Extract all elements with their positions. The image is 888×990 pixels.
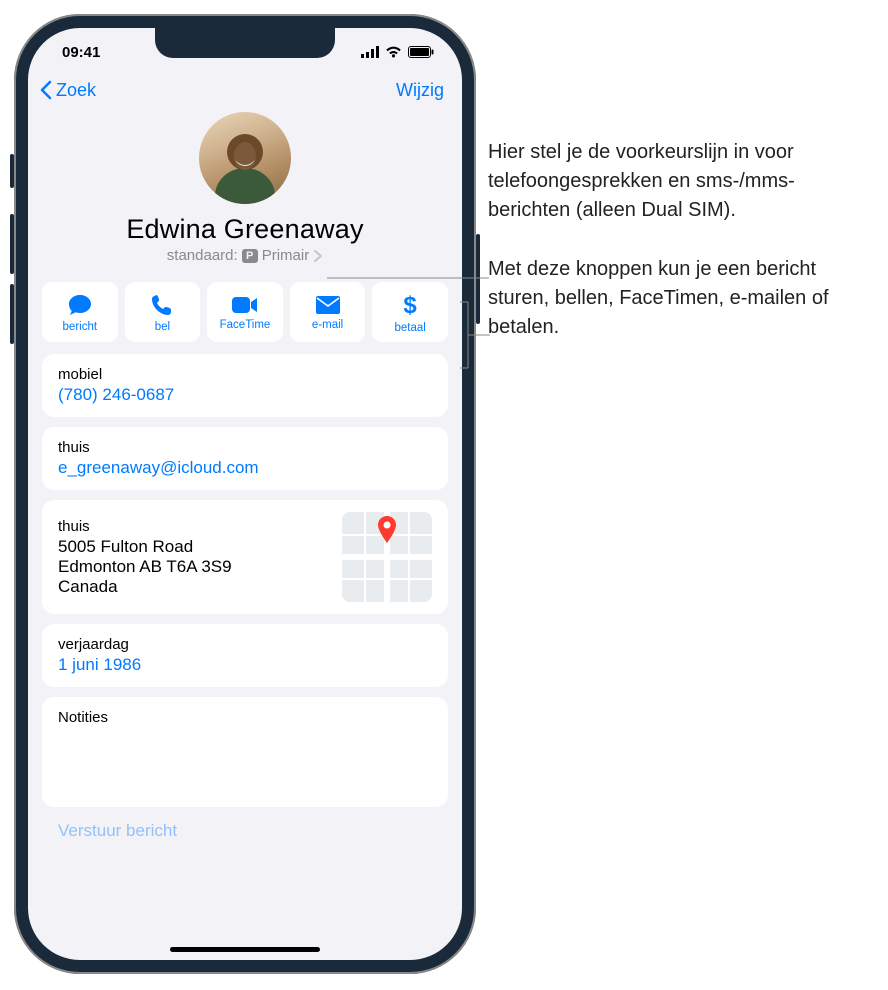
phone-icon (150, 293, 174, 317)
svg-text:$: $ (403, 292, 417, 318)
default-prefix: standaard: (167, 247, 238, 264)
map-pin-icon (375, 516, 399, 546)
chevron-left-icon (38, 78, 56, 102)
cellular-icon (361, 46, 379, 58)
battery-icon (408, 46, 434, 58)
default-line-value: Primair (262, 247, 310, 264)
callout-action-buttons: Met deze knoppen kun je een bericht stur… (488, 255, 874, 342)
birthday-value: 1 juni 1986 (58, 655, 432, 675)
pay-label: betaal (395, 322, 426, 334)
birthday-label: verjaardag (58, 636, 432, 653)
back-button[interactable]: Zoek (38, 78, 96, 102)
power-button (476, 234, 480, 324)
home-indicator[interactable] (170, 947, 320, 952)
map-thumbnail[interactable] (342, 512, 432, 602)
address-line-1: 5005 Fulton Road (58, 537, 232, 557)
mute-switch (10, 154, 14, 188)
phone-frame: 09:41 (14, 14, 476, 974)
callouts: Hier stel je de voorkeurslijn in voor te… (488, 138, 874, 372)
message-button[interactable]: bericht (42, 282, 118, 342)
email-value: e_greenaway@icloud.com (58, 458, 432, 478)
email-home-label: thuis (58, 439, 432, 456)
address-line-2: Edmonton AB T6A 3S9 (58, 557, 232, 577)
notes-card[interactable]: Notities (42, 697, 448, 807)
birthday-card[interactable]: verjaardag 1 juni 1986 (42, 624, 448, 687)
volume-down (10, 284, 14, 344)
callout-default-line: Hier stel je de voorkeurslijn in voor te… (488, 138, 874, 225)
screen: 09:41 (28, 28, 462, 960)
status-time: 09:41 (62, 44, 100, 61)
address-card[interactable]: thuis 5005 Fulton Road Edmonton AB T6A 3… (42, 500, 448, 614)
email-button[interactable]: e-mail (290, 282, 366, 342)
action-row: bericht bel FaceTime e-ma (28, 274, 462, 354)
message-icon (67, 293, 93, 317)
mobile-label: mobiel (58, 366, 432, 383)
avatar[interactable] (199, 112, 291, 204)
sim-badge-icon: P (242, 249, 258, 263)
wifi-icon (385, 46, 402, 58)
video-icon (231, 295, 259, 315)
volume-up (10, 214, 14, 274)
nav-bar: Zoek Wijzig (28, 76, 462, 108)
address-label: thuis (58, 518, 232, 535)
message-label: bericht (63, 321, 98, 333)
cards: mobiel (780) 246-0687 thuis e_greenaway@… (28, 354, 462, 807)
notes-label: Notities (58, 709, 432, 726)
contact-name: Edwina Greenaway (126, 214, 363, 245)
mobile-card[interactable]: mobiel (780) 246-0687 (42, 354, 448, 417)
facetime-label: FaceTime (220, 319, 271, 331)
email-card[interactable]: thuis e_greenaway@icloud.com (42, 427, 448, 490)
edit-button[interactable]: Wijzig (396, 80, 444, 101)
pay-button[interactable]: $ betaal (372, 282, 448, 342)
mobile-value: (780) 246-0687 (58, 385, 432, 405)
default-line-row[interactable]: standaard: P Primair (167, 247, 323, 264)
facetime-button[interactable]: FaceTime (207, 282, 283, 342)
address-line-3: Canada (58, 577, 232, 597)
notch (155, 28, 335, 58)
send-message-link[interactable]: Verstuur bericht (28, 807, 462, 841)
email-label: e-mail (312, 319, 343, 331)
back-label: Zoek (56, 80, 96, 101)
call-button[interactable]: bel (125, 282, 201, 342)
envelope-icon (315, 295, 341, 315)
dollar-icon: $ (402, 292, 418, 318)
call-label: bel (155, 321, 170, 333)
chevron-right-icon (313, 249, 323, 263)
contact-header: Edwina Greenaway standaard: P Primair (28, 108, 462, 274)
